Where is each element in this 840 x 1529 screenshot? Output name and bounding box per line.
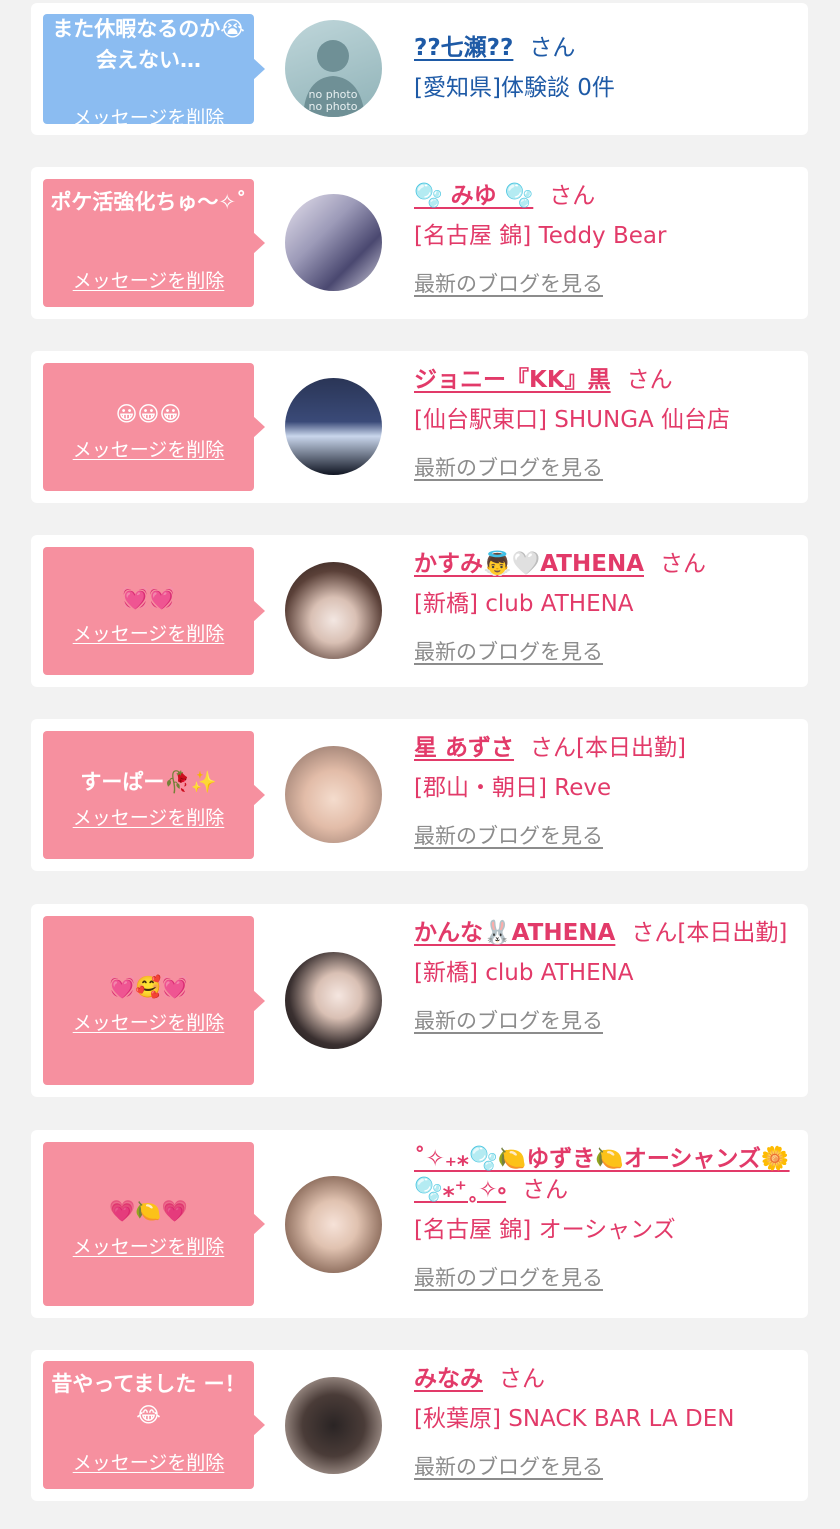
avatar[interactable] (285, 952, 382, 1049)
message-card: 💓💓 メッセージを削除 かすみ👼🤍ATHENA さん [新橋] club ATHE… (31, 535, 808, 687)
message-card: 💗🍋💗 メッセージを削除 ˚✧₊⁎🫧🍋ゆずき🍋オーシャンズ🌼🫧⁎⁺˳✧༚ さん [… (31, 1130, 808, 1318)
message-bubble: また休暇なるのか😭会えない… メッセージを削除 (43, 14, 265, 129)
user-info: かんな🐰ATHENA さん[本日出勤] [新橋] club ATHENA 最新のブ… (414, 918, 794, 1035)
user-info: ??七瀬?? さん [愛知県]体験談 0件 (414, 33, 794, 104)
shop-info: [新橋] club ATHENA (414, 591, 634, 617)
message-text: すーぱー🥀✨ (80, 770, 217, 794)
avatar[interactable] (285, 1176, 382, 1273)
delete-message-link[interactable]: メッセージを削除 (43, 106, 254, 130)
user-name-link[interactable]: ??七瀬?? (414, 35, 513, 61)
latest-blog-link[interactable]: 最新のブログを見る (414, 1264, 794, 1292)
message-bubble: 昔やってました ー！😂 メッセージを削除 (43, 1361, 265, 1489)
status-text: [本日出勤] (677, 920, 788, 946)
message-bubble: すーぱー🥀✨ メッセージを削除 (43, 731, 265, 859)
message-bubble: ポケ活強化ちゅ〜✧˚ メッセージを削除 (43, 179, 265, 307)
message-bubble: 😀😀😀 メッセージを削除 (43, 363, 265, 491)
delete-message-link[interactable]: メッセージを削除 (43, 622, 254, 646)
avatar[interactable] (285, 378, 382, 475)
shop-info: [秋葉原] SNACK BAR LA DEN (414, 1406, 735, 1432)
latest-blog-link[interactable]: 最新のブログを見る (414, 1007, 794, 1035)
honorific: さん (499, 1366, 545, 1392)
status-text: [本日出勤] (576, 735, 686, 761)
message-text: 😀😀😀 (115, 402, 182, 426)
shop-info: [名古屋 錦] Teddy Bear (414, 223, 667, 249)
user-info: 星 あずさ さん[本日出勤] [郡山・朝日] Reve 最新のブログを見る (414, 733, 794, 850)
delete-message-link[interactable]: メッセージを削除 (43, 1011, 254, 1035)
avatar[interactable] (285, 1377, 382, 1474)
user-name-link[interactable]: ˚✧₊⁎🫧🍋ゆずき🍋オーシャンズ🌼🫧⁎⁺˳✧༚ (414, 1146, 790, 1203)
message-card: また休暇なるのか😭会えない… メッセージを削除 no photo no phot… (31, 3, 808, 135)
message-bubble: 💗🍋💗 メッセージを削除 (43, 1142, 265, 1306)
latest-blog-link[interactable]: 最新のブログを見る (414, 270, 794, 298)
latest-blog-link[interactable]: 最新のブログを見る (414, 454, 794, 482)
avatar[interactable]: no photo no photo (285, 20, 382, 117)
no-photo-placeholder-icon: no photo no photo (303, 40, 365, 117)
latest-blog-link[interactable]: 最新のブログを見る (414, 1453, 794, 1481)
honorific: さん (660, 551, 706, 577)
delete-message-link[interactable]: メッセージを削除 (43, 1451, 254, 1475)
shop-info: [新橋] club ATHENA (414, 960, 634, 986)
shop-info: [郡山・朝日] Reve (414, 775, 612, 801)
delete-message-link[interactable]: メッセージを削除 (43, 1235, 254, 1259)
user-info: かすみ👼🤍ATHENA さん [新橋] club ATHENA 最新のブログを見る (414, 549, 794, 666)
message-bubble: 💓💓 メッセージを削除 (43, 547, 265, 675)
user-name-link[interactable]: かすみ👼🤍ATHENA (414, 551, 644, 577)
message-card: ポケ活強化ちゅ〜✧˚ メッセージを削除 🫧 みゆ 🫧 さん [名古屋 錦] Ted… (31, 167, 808, 319)
user-name-link[interactable]: みなみ (414, 1366, 483, 1392)
shop-info: [名古屋 錦] オーシャンズ (414, 1217, 676, 1243)
user-info: ˚✧₊⁎🫧🍋ゆずき🍋オーシャンズ🌼🫧⁎⁺˳✧༚ さん [名古屋 錦] オーシャンズ… (414, 1144, 794, 1292)
message-text: また休暇なるのか😭会えない… (52, 17, 245, 72)
message-card: 昔やってました ー！😂 メッセージを削除 みなみ さん [秋葉原] SNACK B… (31, 1350, 808, 1501)
user-info: 🫧 みゆ 🫧 さん [名古屋 錦] Teddy Bear 最新のブログを見る (414, 181, 794, 298)
svg-text:no photo: no photo (309, 100, 358, 113)
honorific: さん (631, 920, 678, 946)
delete-message-link[interactable]: メッセージを削除 (43, 806, 254, 830)
honorific: さん (530, 735, 577, 761)
user-name-link[interactable]: かんな🐰ATHENA (414, 920, 615, 946)
message-text: 💓🥰💓 (109, 975, 188, 999)
latest-blog-link[interactable]: 最新のブログを見る (414, 638, 794, 666)
user-info: みなみ さん [秋葉原] SNACK BAR LA DEN 最新のブログを見る (414, 1364, 794, 1481)
message-text: 💗🍋💗 (109, 1199, 188, 1223)
user-name-link[interactable]: ジョニー『KK』黒 (414, 367, 611, 393)
honorific: さん (529, 35, 576, 61)
honorific: さん (549, 183, 596, 209)
message-card: 😀😀😀 メッセージを削除 ジョニー『KK』黒 さん [仙台駅東口] SHUNGA … (31, 351, 808, 503)
avatar[interactable] (285, 562, 382, 659)
delete-message-link[interactable]: メッセージを削除 (43, 438, 254, 462)
avatar[interactable] (285, 194, 382, 291)
user-name-link[interactable]: 🫧 みゆ 🫧 (414, 183, 533, 209)
message-bubble: 💓🥰💓 メッセージを削除 (43, 916, 265, 1085)
shop-info: [仙台駅東口] SHUNGA 仙台店 (414, 407, 731, 433)
user-name-link[interactable]: 星 あずさ (414, 735, 514, 761)
message-card: 💓🥰💓 メッセージを削除 かんな🐰ATHENA さん[本日出勤] [新橋] clu… (31, 904, 808, 1097)
message-text: 💓💓 (122, 586, 175, 610)
user-info: ジョニー『KK』黒 さん [仙台駅東口] SHUNGA 仙台店 最新のブログを見る (414, 365, 794, 482)
honorific: さん (522, 1177, 569, 1203)
honorific: さん (626, 367, 673, 393)
message-card: すーぱー🥀✨ メッセージを削除 星 あずさ さん[本日出勤] [郡山・朝日] Re… (31, 719, 808, 871)
avatar[interactable] (285, 746, 382, 843)
latest-blog-link[interactable]: 最新のブログを見る (414, 822, 794, 850)
delete-message-link[interactable]: メッセージを削除 (43, 269, 254, 293)
message-text: 昔やってました ー！😂 (51, 1372, 246, 1427)
message-text: ポケ活強化ちゅ〜✧˚ (50, 190, 247, 214)
shop-info: [愛知県]体験談 0件 (414, 75, 615, 101)
